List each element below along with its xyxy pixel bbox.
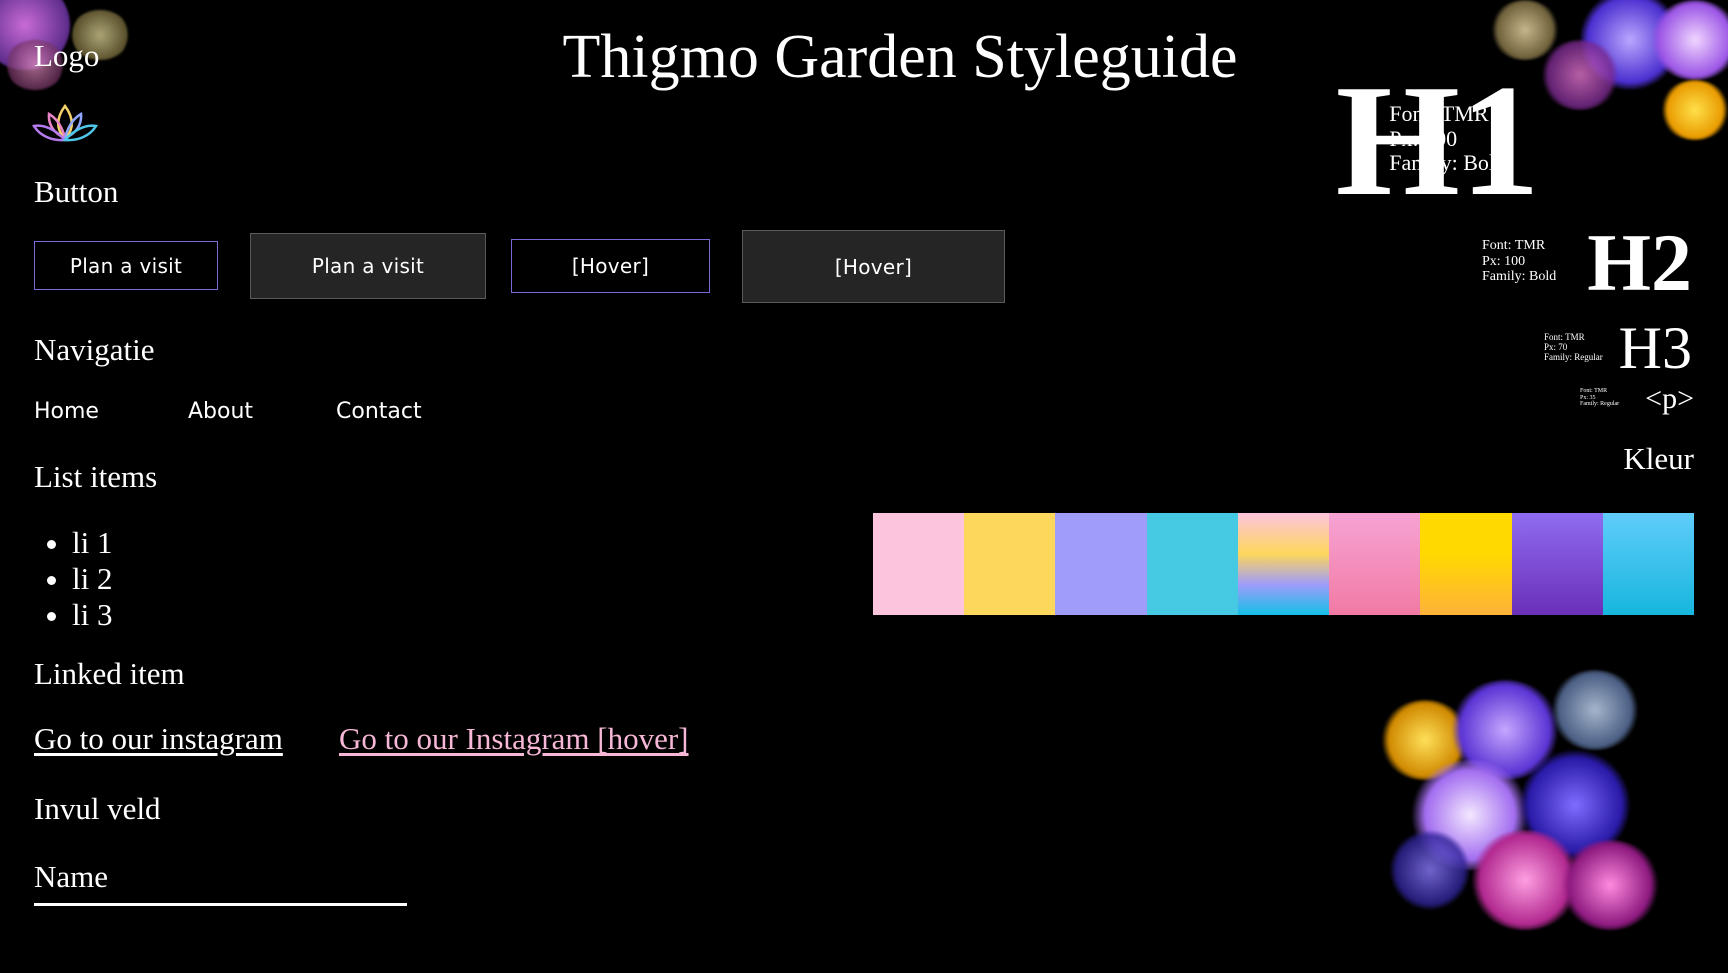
h2-font: Font: TMR — [1482, 238, 1546, 253]
section-heading-input: Invul veld — [34, 791, 161, 826]
h2-family: Family: Bold — [1482, 269, 1557, 285]
section-heading-list: List items — [34, 459, 158, 494]
color-swatch-gradient-purple — [1511, 513, 1603, 615]
p-px: Px: 35 — [1580, 394, 1596, 401]
nav-item-contact[interactable]: Contact — [336, 399, 422, 424]
h3-sample: H3 — [1618, 315, 1692, 381]
instagram-link[interactable]: Go to our instagram — [34, 721, 283, 757]
color-swatch-yellow — [964, 513, 1056, 615]
color-swatch-gradient-pink — [1329, 513, 1421, 615]
list-item: li 2 — [72, 561, 112, 597]
name-field-underline[interactable] — [34, 903, 407, 906]
hover-button-outline[interactable]: [Hover] — [511, 239, 710, 293]
plan-visit-button[interactable]: Plan a visit — [34, 241, 218, 290]
color-swatch-gradient-gold — [1420, 513, 1512, 615]
typography-h3-spec: Font: TMR Px: 70 Family: Regular — [1544, 332, 1603, 362]
logo-label: Logo — [34, 38, 100, 73]
lotus-icon — [32, 104, 98, 142]
bullet-list: li 1 li 2 li 3 — [40, 525, 112, 633]
h3-font: Font: TMR — [1544, 332, 1585, 342]
list-item: li 3 — [72, 597, 112, 633]
typography-h2-spec: Font: TMR Px: 100 Family: Bold — [1482, 238, 1556, 285]
list-item: li 1 — [72, 525, 112, 561]
h3-family: Family: Regular — [1544, 352, 1603, 363]
flower-bouquet — [1370, 660, 1690, 950]
color-swatch-strip — [873, 513, 1694, 615]
color-swatch-gradient-sky — [1602, 513, 1694, 615]
name-field-label[interactable]: Name — [34, 859, 108, 895]
plan-visit-button-filled[interactable]: Plan a visit — [250, 233, 486, 299]
nav-item-home[interactable]: Home — [34, 399, 99, 424]
section-heading-colors: Kleur — [1623, 441, 1694, 476]
instagram-link-hover[interactable]: Go to our Instagram [hover] — [339, 721, 689, 757]
h2-sample: H2 — [1587, 217, 1692, 308]
nav-item-about[interactable]: About — [188, 399, 253, 424]
color-swatch-pink — [873, 513, 965, 615]
p-family: Family: Regular — [1580, 401, 1620, 408]
h3-px: Px: 70 — [1544, 342, 1568, 353]
color-swatch-cyan — [1146, 513, 1238, 615]
p-sample: <p> — [1645, 382, 1694, 415]
section-heading-navigation: Navigatie — [34, 332, 155, 367]
h1-sample: H1 — [1335, 51, 1540, 229]
section-heading-button: Button — [34, 174, 119, 209]
p-font: Font: TMR — [1580, 388, 1608, 394]
hover-button-filled[interactable]: [Hover] — [742, 230, 1005, 303]
h2-px: Px: 100 — [1482, 253, 1526, 269]
section-heading-linked: Linked item — [34, 656, 185, 691]
color-swatch-lavender — [1055, 513, 1147, 615]
color-swatch-gradient-yellow-blue — [1237, 513, 1330, 615]
typography-p-spec: Font: TMR Px: 35 Family: Regular — [1580, 388, 1619, 408]
